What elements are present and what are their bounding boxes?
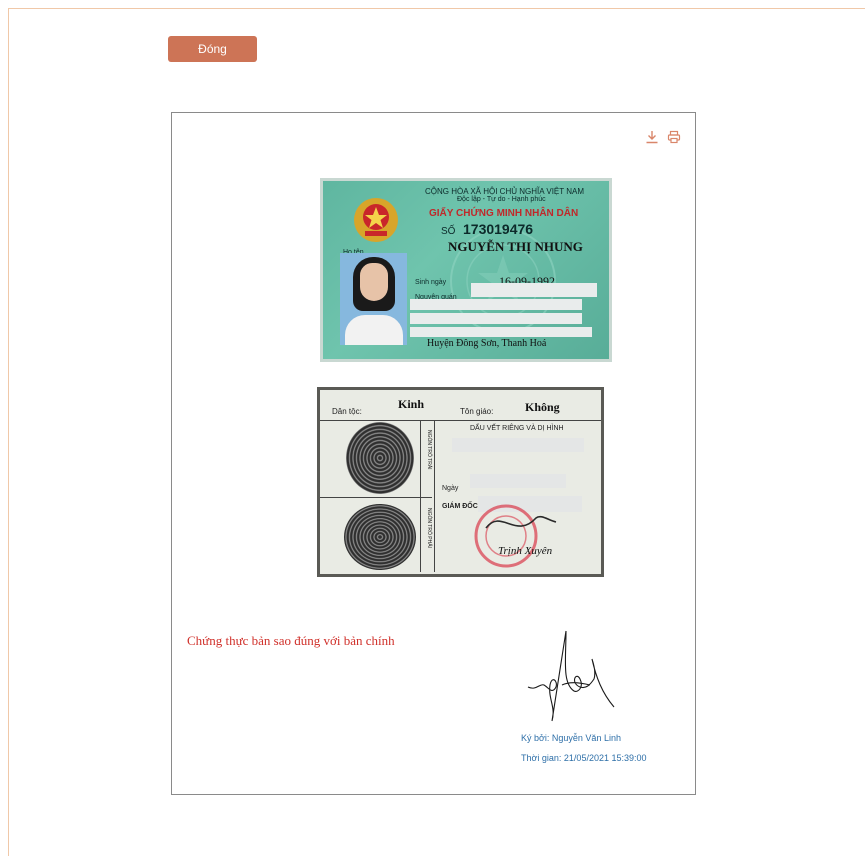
religion-value: Không: [525, 400, 560, 414]
date-label: Ngày: [442, 485, 459, 492]
certification-text: Chứng thực bản sao đúng với bản chính: [187, 633, 395, 648]
card-dob-label: Sinh ngày: [415, 279, 447, 286]
card-header-country: CỘNG HÒA XÃ HỘI CHỦ NGHĨA VIỆT NAM: [425, 187, 584, 196]
fingerprint-area: [320, 420, 432, 572]
features-label: DẤU VẾT RIÊNG VÀ DỊ HÌNH: [470, 425, 564, 432]
right-finger-label: NGÓN TRỎ PHẢI: [426, 508, 432, 548]
red-stamp: [474, 504, 557, 568]
national-emblem-icon: [354, 198, 398, 242]
card-number-label: SỐ: [441, 226, 456, 237]
redacted-field: [452, 438, 584, 452]
ethnic-value: Kinh: [398, 397, 425, 411]
handwritten-signature: [527, 630, 615, 722]
card-title: GIẤY CHỨNG MINH NHÂN DÂN: [429, 208, 579, 219]
card-residence-value: Huyện Đông Sơn, Thanh Hoá: [427, 338, 547, 349]
portrait-photo: [340, 253, 407, 345]
card-header-motto: Độc lập - Tự do - Hạnh phúc: [457, 196, 546, 203]
id-card-back-image: Dân tộc: Kinh Tôn giáo: Không NGÓN TRỎ T…: [320, 390, 601, 574]
document-viewer: CỘNG HÒA XÃ HỘI CHỦ NGHĨA VIỆT NAM Độc l…: [171, 112, 696, 795]
redacted-field: [471, 283, 597, 297]
signing-time: Thời gian: 21/05/2021 15:39:00: [521, 753, 647, 763]
close-button[interactable]: Đóng: [168, 36, 257, 62]
redacted-field: [410, 327, 592, 337]
redacted-field: [410, 299, 582, 310]
ethnic-label: Dân tộc:: [332, 407, 362, 416]
redacted-field: [470, 474, 566, 488]
card-holder-name: NGUYỄN THỊ NHUNG: [448, 239, 583, 254]
right-fingerprint: [344, 504, 416, 570]
religion-label: Tôn giáo:: [460, 407, 494, 416]
signer-name: Trịnh Xuyên: [498, 545, 553, 557]
print-icon[interactable]: [667, 129, 681, 144]
left-fingerprint: [346, 422, 414, 494]
redacted-field: [410, 313, 582, 324]
left-finger-label: NGÓN TRỎ TRÁI: [426, 430, 432, 470]
card-number: 173019476: [463, 221, 534, 237]
download-icon[interactable]: [645, 129, 659, 144]
id-card-front-image: CỘNG HÒA XÃ HỘI CHỦ NGHĨA VIỆT NAM Độc l…: [323, 181, 609, 359]
signed-by: Ký bởi: Nguyễn Văn Linh: [521, 733, 621, 743]
